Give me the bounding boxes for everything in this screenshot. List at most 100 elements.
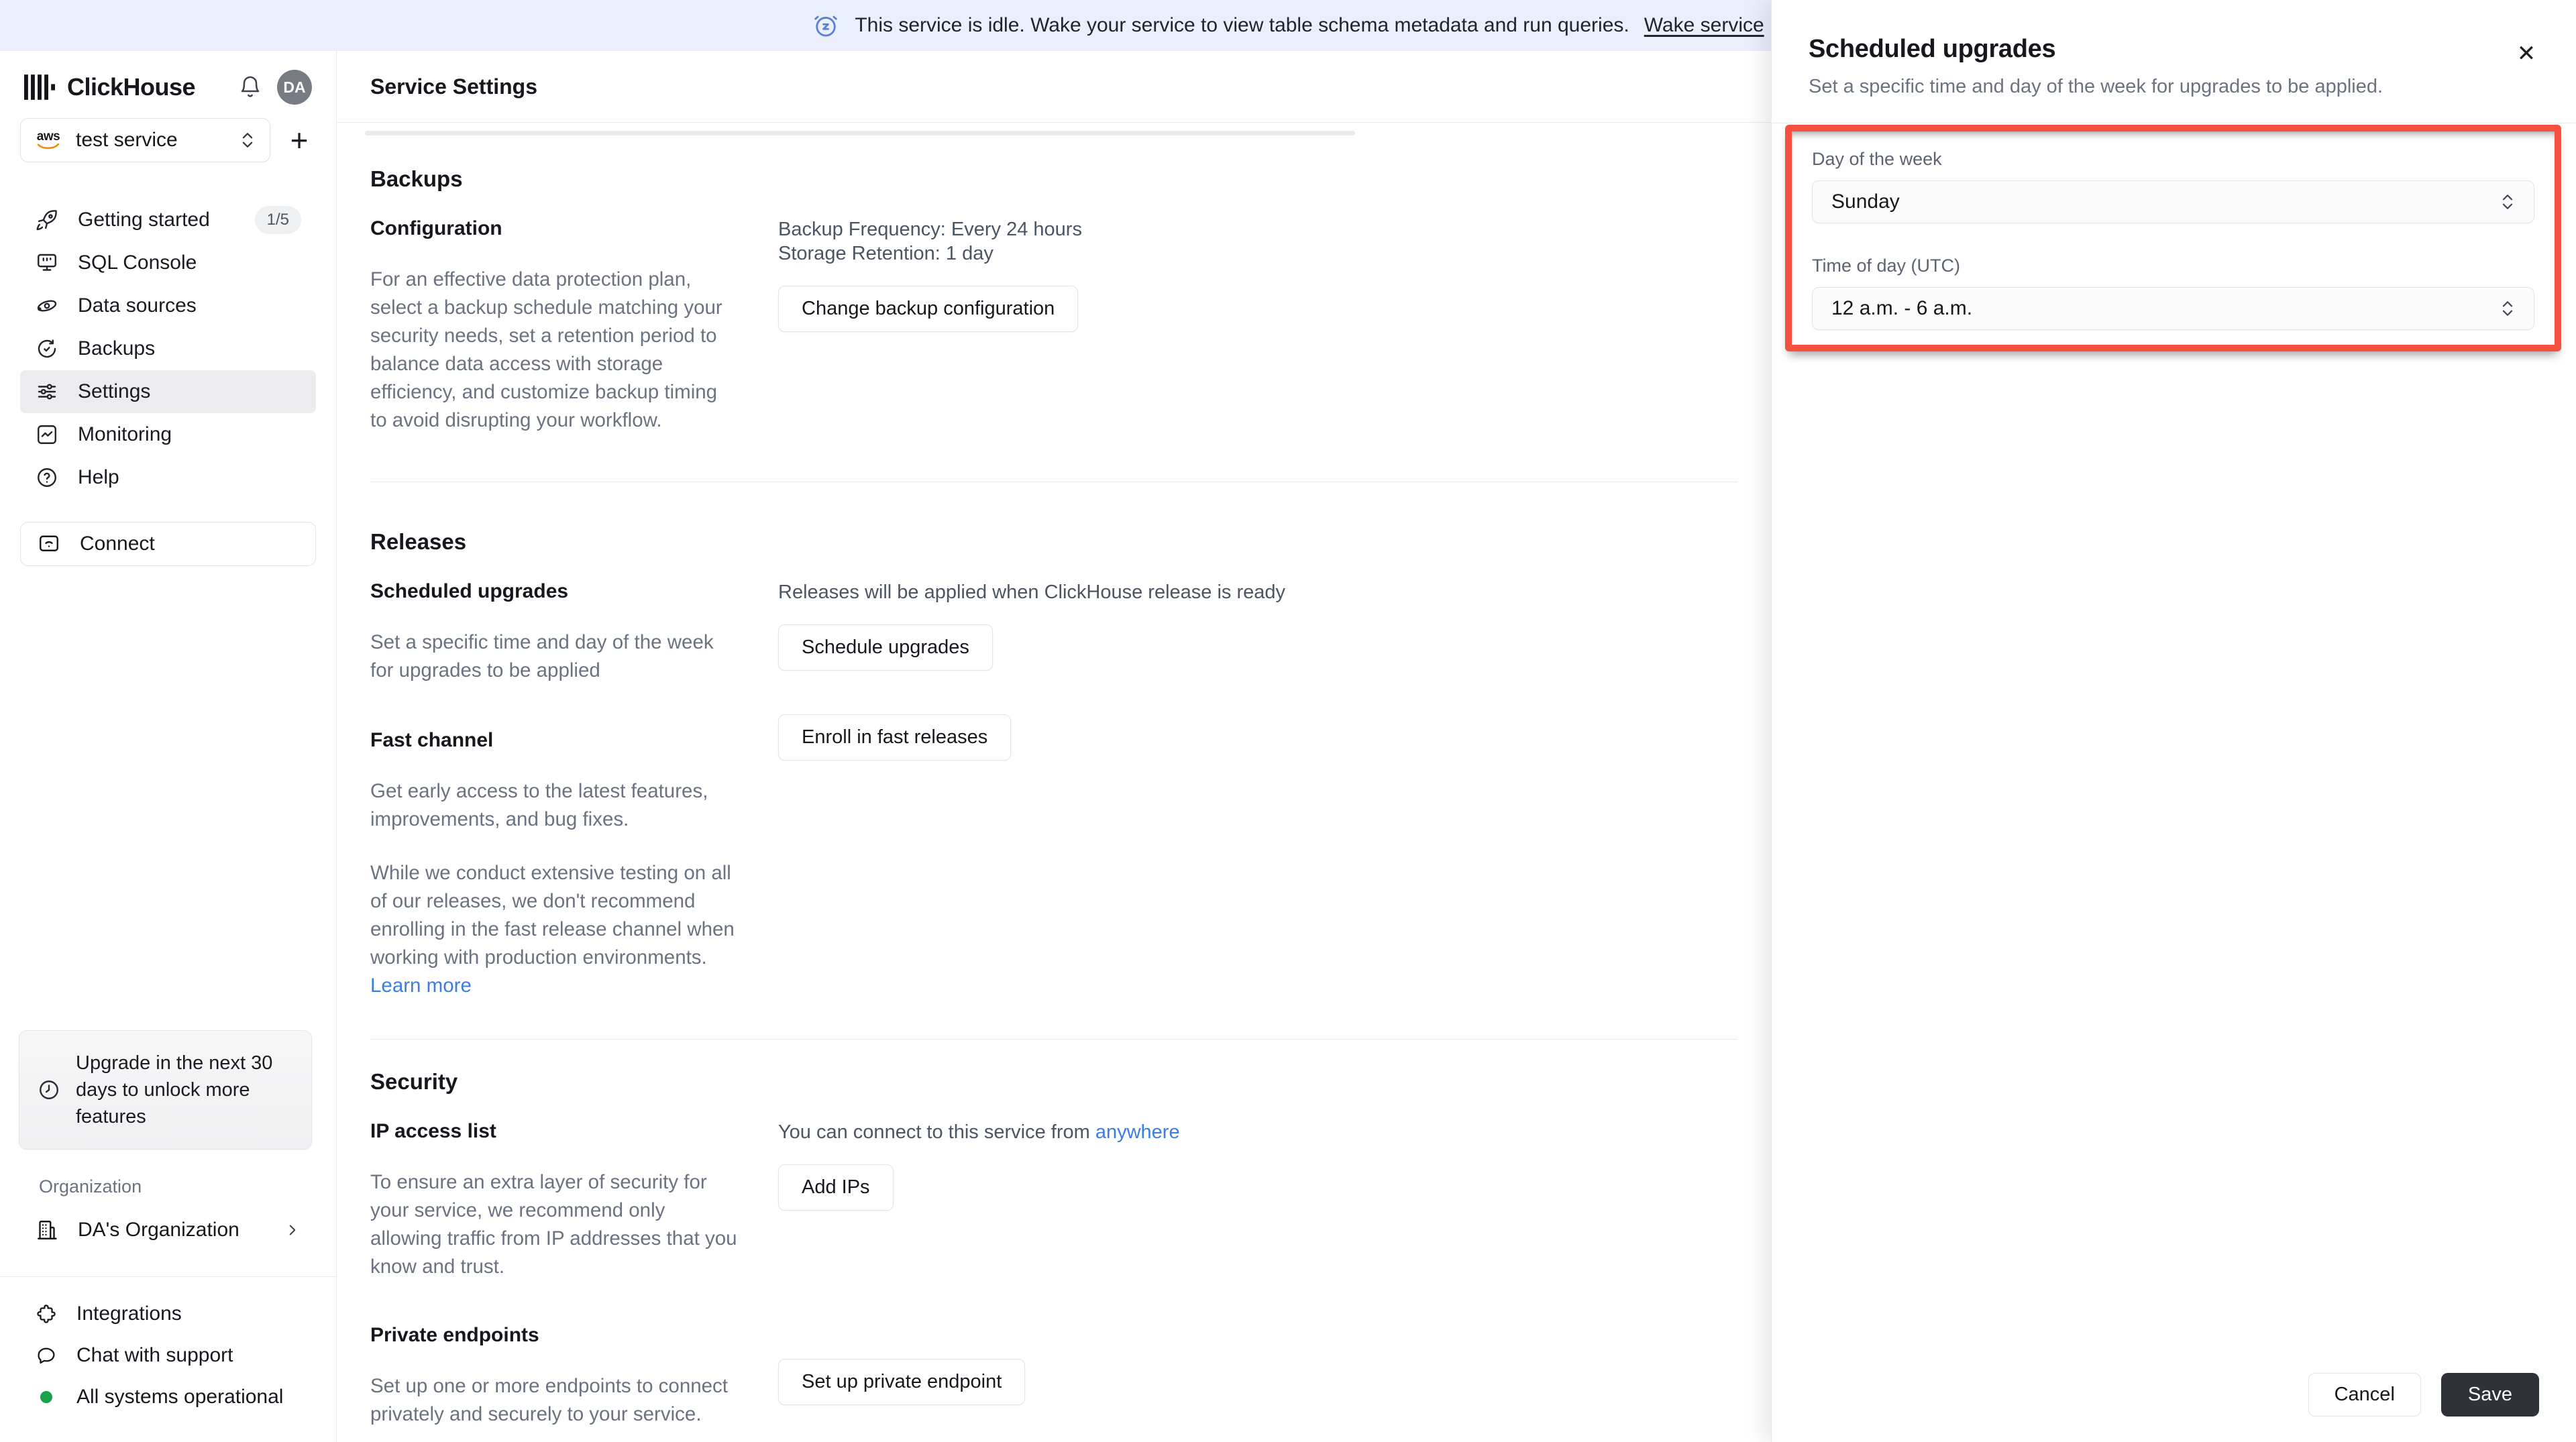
- page-title: Service Settings: [370, 74, 537, 99]
- wake-service-link[interactable]: Wake service: [1644, 14, 1764, 37]
- sidebar-item-help[interactable]: Help: [20, 456, 316, 499]
- scheduled-upgrades-drawer: Scheduled upgrades Set a specific time a…: [1771, 0, 2576, 1442]
- clock-icon: [40, 1080, 58, 1099]
- drawer-subtitle: Set a specific time and day of the week …: [1809, 76, 2383, 97]
- service-name: test service: [76, 129, 178, 151]
- sidebar-item-settings[interactable]: Settings: [20, 370, 316, 413]
- close-icon[interactable]: ✕: [2512, 39, 2541, 68]
- cancel-button[interactable]: Cancel: [2308, 1373, 2421, 1417]
- app-window: This service is idle. Wake your service …: [0, 0, 2576, 1442]
- data-sources-icon: [37, 300, 57, 312]
- alarm-snooze-icon: [814, 15, 838, 37]
- storage-retention-text: Storage Retention: 1 day: [778, 243, 994, 264]
- organization-section-label: Organization: [39, 1176, 142, 1197]
- sidebar-item-label: Backups: [78, 337, 156, 359]
- drawer-title: Scheduled upgrades: [1809, 35, 2056, 63]
- upgrade-notice-card[interactable]: Upgrade in the next 30 days to unlock mo…: [19, 1030, 312, 1150]
- sidebar-item-label: Help: [78, 466, 119, 488]
- clickhouse-logo-icon: [24, 74, 55, 100]
- console-icon: [38, 254, 56, 271]
- scroll-indicator[interactable]: [365, 131, 1355, 135]
- service-selector[interactable]: aws test service: [20, 118, 270, 162]
- scheduled-upgrades-label: Scheduled upgrades: [370, 580, 569, 602]
- aws-provider-icon: aws: [36, 130, 61, 150]
- backups-description: For an effective data protection plan, s…: [370, 268, 722, 431]
- organization-name: DA's Organization: [78, 1219, 239, 1241]
- chat-icon: [38, 1347, 55, 1364]
- releases-section-heading: Releases: [370, 529, 467, 554]
- time-of-day-label: Time of day (UTC): [1812, 256, 1961, 276]
- backup-frequency-text: Backup Frequency: Every 24 hours: [778, 219, 1082, 240]
- add-ips-button[interactable]: Add IPs: [778, 1164, 894, 1211]
- sidebar-item-sql-console[interactable]: SQL Console: [20, 241, 316, 284]
- private-endpoints-description: Set up one or more endpoints to connect …: [370, 1375, 728, 1425]
- brand-name: ClickHouse: [67, 73, 196, 101]
- connect-icon: [40, 535, 58, 551]
- sidebar-nav: Getting started 1/5 SQL Console Data sou…: [0, 199, 336, 499]
- backups-configuration-row: Configuration For an effective data prot…: [370, 217, 1737, 435]
- monitoring-chart-icon: [38, 425, 56, 444]
- anywhere-link[interactable]: anywhere: [1095, 1121, 1180, 1143]
- private-endpoints-row: Private endpoints Set up one or more end…: [370, 1324, 1737, 1429]
- add-service-button[interactable]: +: [282, 123, 316, 158]
- sidebar-item-data-sources[interactable]: Data sources: [20, 284, 316, 327]
- sidebar-item-getting-started[interactable]: Getting started 1/5: [20, 199, 316, 241]
- ip-access-list-row: IP access list To ensure an extra layer …: [370, 1120, 1737, 1281]
- backups-section-heading: Backups: [370, 166, 463, 191]
- chevron-right-icon: [289, 1225, 296, 1235]
- chevron-up-down-icon: [2502, 195, 2513, 209]
- sidebar-item-label: SQL Console: [78, 252, 197, 274]
- chevron-up-down-icon: [2502, 301, 2513, 316]
- system-status-item[interactable]: All systems operational: [19, 1376, 317, 1418]
- avatar[interactable]: DA: [277, 70, 312, 105]
- help-icon: [38, 468, 56, 487]
- save-button[interactable]: Save: [2440, 1373, 2539, 1417]
- security-section-heading: Security: [370, 1069, 458, 1094]
- scheduled-upgrades-description: Set a specific time and day of the week …: [370, 631, 714, 681]
- connect-button[interactable]: Connect: [20, 522, 316, 566]
- chevron-up-down-icon: [242, 133, 253, 148]
- chat-support-item[interactable]: Chat with support: [19, 1335, 317, 1376]
- building-icon: [38, 1221, 57, 1239]
- connect-label: Connect: [80, 533, 155, 555]
- day-of-week-select[interactable]: Sunday: [1812, 180, 2534, 223]
- day-of-week-label: Day of the week: [1812, 149, 1942, 169]
- enroll-fast-releases-button[interactable]: Enroll in fast releases: [778, 714, 1012, 761]
- day-of-week-value: Sunday: [1831, 190, 1900, 213]
- sidebar-divider: [0, 1276, 336, 1277]
- ip-access-list-description: To ensure an extra layer of security for…: [370, 1171, 737, 1278]
- time-of-day-value: 12 a.m. - 6 a.m.: [1831, 297, 1973, 319]
- integrations-item[interactable]: Integrations: [19, 1293, 317, 1335]
- brand-row: ClickHouse DA: [20, 67, 316, 107]
- puzzle-icon: [37, 1305, 56, 1323]
- learn-more-link[interactable]: Learn more: [370, 975, 472, 997]
- configuration-label: Configuration: [370, 217, 502, 239]
- fast-channel-description-2: While we conduct extensive testing on al…: [370, 862, 735, 997]
- status-green-dot-icon: [40, 1391, 52, 1403]
- integrations-label: Integrations: [76, 1302, 182, 1325]
- scheduled-upgrades-row: Scheduled upgrades Set a specific time a…: [370, 580, 1737, 685]
- sidebar-item-monitoring[interactable]: Monitoring: [20, 413, 316, 456]
- fast-channel-label: Fast channel: [370, 729, 494, 751]
- time-of-day-select[interactable]: 12 a.m. - 6 a.m.: [1812, 287, 2534, 330]
- sidebar-item-backups[interactable]: Backups: [20, 327, 316, 370]
- private-endpoints-label: Private endpoints: [370, 1324, 539, 1346]
- notifications-bell-icon[interactable]: [238, 75, 262, 99]
- change-backup-configuration-button[interactable]: Change backup configuration: [778, 286, 1079, 332]
- getting-started-progress-badge: 1/5: [254, 206, 301, 234]
- status-label: All systems operational: [76, 1386, 284, 1408]
- fast-channel-description-1: Get early access to the latest features,…: [370, 780, 708, 830]
- sidebar-item-label: Monitoring: [78, 423, 172, 445]
- ip-access-list-label: IP access list: [370, 1120, 496, 1142]
- chat-support-label: Chat with support: [76, 1344, 233, 1366]
- schedule-upgrades-button[interactable]: Schedule upgrades: [778, 624, 993, 671]
- settings-sliders-icon: [38, 384, 56, 400]
- upgrade-notice-text: Upgrade in the next 30 days to unlock mo…: [76, 1052, 273, 1127]
- release-ready-note: Releases will be applied when ClickHouse…: [778, 581, 1285, 603]
- connect-from-note: You can connect to this service from any…: [778, 1121, 1180, 1143]
- setup-private-endpoint-button[interactable]: Set up private endpoint: [778, 1359, 1026, 1405]
- sidebar-item-label: Settings: [78, 380, 151, 402]
- sidebar-item-label: Getting started: [78, 209, 210, 231]
- organization-row[interactable]: DA's Organization: [19, 1207, 317, 1253]
- fast-channel-row: Fast channel Get early access to the lat…: [370, 714, 1737, 1000]
